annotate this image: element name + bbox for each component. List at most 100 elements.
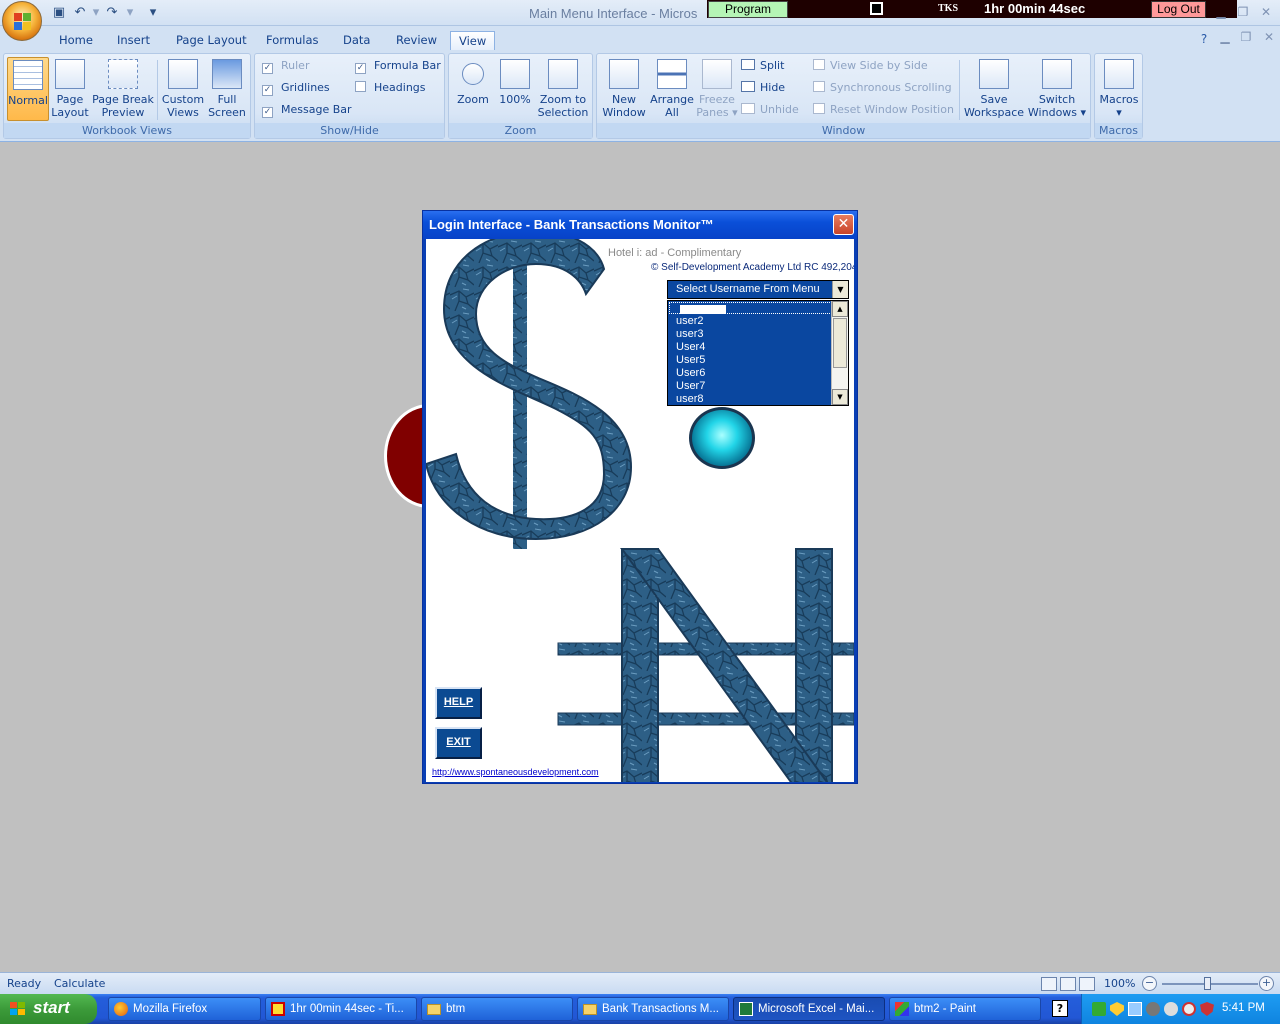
website-link[interactable]: http://www.spontaneousdevelopment.com: [432, 767, 599, 777]
status-calculate[interactable]: Calculate: [54, 977, 105, 990]
ribbon-close-icon[interactable]: ✕: [1259, 29, 1279, 45]
login-orb-button[interactable]: [689, 407, 755, 469]
username-listbox[interactable]: user2 user3 User4 User5 User6 User7 user…: [667, 300, 849, 406]
zoom-in-icon[interactable]: +: [1259, 976, 1274, 991]
zoom-to-selection-button[interactable]: Zoom to Selection: [536, 57, 590, 121]
network-icon[interactable]: [1092, 1002, 1106, 1016]
macros-button[interactable]: Macros ▾: [1098, 57, 1140, 121]
chevron-down-icon[interactable]: ▼: [832, 281, 848, 298]
normal-view-button[interactable]: Normal: [7, 57, 49, 121]
task-timer[interactable]: 1hr 00min 44sec - Ti...: [265, 997, 417, 1021]
customize-toolbar-icon[interactable]: ▾: [145, 5, 161, 21]
tab-page-layout[interactable]: Page Layout: [168, 31, 255, 51]
save-workspace-icon: [979, 59, 1009, 89]
scroll-up-icon[interactable]: ▲: [832, 301, 848, 317]
new-window-button[interactable]: New Window: [600, 57, 648, 121]
task-btm-folder[interactable]: btm: [421, 997, 573, 1021]
unhide-button[interactable]: Unhide: [741, 101, 799, 119]
save-workspace-button[interactable]: Save Workspace: [963, 57, 1025, 121]
scroll-down-icon[interactable]: ▼: [832, 389, 848, 405]
ribbon-tabs: Home Insert Page Layout Formulas Data Re…: [0, 26, 1280, 51]
stop-square-icon[interactable]: [870, 2, 883, 15]
ribbon-minimize-icon[interactable]: ▁: [1215, 29, 1235, 45]
reset-window-position-button[interactable]: Reset Window Position: [813, 101, 954, 119]
tab-home[interactable]: Home: [51, 31, 101, 51]
help-icon[interactable]: ?: [1194, 31, 1214, 47]
dialog-title-bar[interactable]: Login Interface - Bank Transactions Moni…: [423, 211, 857, 239]
message-bar-checkbox[interactable]: ✓ Message Bar: [262, 101, 352, 119]
zoom-level[interactable]: 100%: [1104, 977, 1135, 990]
dialog-close-icon[interactable]: ✕: [833, 214, 854, 235]
username-combobox[interactable]: Select Username From Menu ▼: [667, 280, 849, 299]
undo-dropdown-icon[interactable]: ▾: [88, 5, 104, 21]
normal-view-icon[interactable]: [1041, 977, 1057, 991]
list-item[interactable]: User7: [676, 380, 705, 393]
minimize-icon[interactable]: ▁: [1211, 4, 1231, 20]
custom-views-button[interactable]: Custom Views: [161, 57, 205, 121]
view-side-by-side-button[interactable]: View Side by Side: [813, 57, 928, 75]
start-button[interactable]: start: [0, 994, 97, 1024]
paint-icon: [895, 1002, 909, 1016]
switch-windows-button[interactable]: Switch Windows ▾: [1026, 57, 1088, 121]
zoom-button[interactable]: Zoom: [453, 57, 493, 121]
tab-data[interactable]: Data: [335, 31, 378, 51]
redo-dropdown-icon[interactable]: ▾: [122, 5, 138, 21]
update-icon[interactable]: [1164, 1002, 1178, 1016]
ruler-checkbox[interactable]: ✓ Ruler: [262, 57, 309, 75]
zoom-slider-thumb[interactable]: [1204, 977, 1211, 990]
ribbon-restore-icon[interactable]: ❐: [1236, 29, 1256, 45]
zoom-100-button[interactable]: 100%: [496, 57, 534, 121]
exit-button[interactable]: EXIT: [435, 727, 482, 759]
tab-insert[interactable]: Insert: [109, 31, 158, 51]
list-item[interactable]: user8: [676, 393, 704, 406]
antivirus-icon[interactable]: [1200, 1002, 1214, 1016]
freeze-panes-icon: [702, 59, 732, 89]
synchronous-scrolling-button[interactable]: Synchronous Scrolling: [813, 79, 952, 97]
page-layout-view-button[interactable]: Page Layout: [50, 57, 90, 121]
zoom-out-icon[interactable]: −: [1142, 976, 1157, 991]
formula-bar-checkbox[interactable]: ✓ Formula Bar: [355, 57, 441, 75]
task-paint[interactable]: btm2 - Paint: [889, 997, 1041, 1021]
task-firefox[interactable]: Mozilla Firefox: [108, 997, 261, 1021]
tab-formulas[interactable]: Formulas: [258, 31, 327, 51]
scroll-thumb[interactable]: [833, 318, 847, 368]
help-question-icon[interactable]: ?: [1052, 1000, 1068, 1017]
arrange-all-button[interactable]: Arrange All: [649, 57, 695, 121]
help-button[interactable]: HELP: [435, 687, 482, 719]
listbox-scrollbar[interactable]: ▲ ▼: [831, 301, 848, 405]
office-button[interactable]: [2, 1, 42, 41]
display-icon[interactable]: [1128, 1002, 1142, 1016]
page-break-view-icon[interactable]: [1079, 977, 1095, 991]
selected-list-item[interactable]: [669, 302, 832, 314]
logout-button[interactable]: Log Out: [1151, 1, 1206, 18]
list-item[interactable]: User6: [676, 367, 705, 380]
split-button[interactable]: Split: [741, 57, 784, 75]
minus-circle-icon[interactable]: [1182, 1002, 1196, 1016]
app-title: Main Menu Interface - Micros: [529, 6, 698, 21]
redo-icon[interactable]: ↷: [104, 5, 120, 21]
volume-icon[interactable]: [1146, 1002, 1160, 1016]
zoom-label: Zoom: [457, 93, 489, 106]
security-shield-icon[interactable]: [1110, 1002, 1124, 1016]
full-screen-button[interactable]: Full Screen: [207, 57, 247, 121]
undo-icon[interactable]: ↶: [72, 5, 88, 21]
formula-bar-label: Formula Bar: [374, 59, 441, 72]
tab-review[interactable]: Review: [388, 31, 445, 51]
tab-view[interactable]: View: [450, 31, 496, 51]
page-layout-view-icon[interactable]: [1060, 977, 1076, 991]
list-item[interactable]: User4: [676, 341, 705, 354]
list-item[interactable]: User5: [676, 354, 705, 367]
hide-button[interactable]: Hide: [741, 79, 785, 97]
page-break-preview-button[interactable]: Page Break Preview: [92, 57, 154, 121]
program-button[interactable]: Program: [708, 1, 788, 18]
headings-checkbox[interactable]: Headings: [355, 79, 426, 97]
list-item[interactable]: user2: [676, 315, 704, 328]
close-icon[interactable]: ✕: [1256, 4, 1276, 20]
list-item[interactable]: user3: [676, 328, 704, 341]
save-icon[interactable]: ▣: [51, 5, 67, 21]
task-bank-folder[interactable]: Bank Transactions M...: [577, 997, 729, 1021]
restore-icon[interactable]: ❐: [1233, 4, 1253, 20]
task-excel[interactable]: Microsoft Excel - Mai...: [733, 997, 885, 1021]
gridlines-checkbox[interactable]: ✓ Gridlines: [262, 79, 330, 97]
freeze-panes-button[interactable]: Freeze Panes ▾: [696, 57, 738, 121]
